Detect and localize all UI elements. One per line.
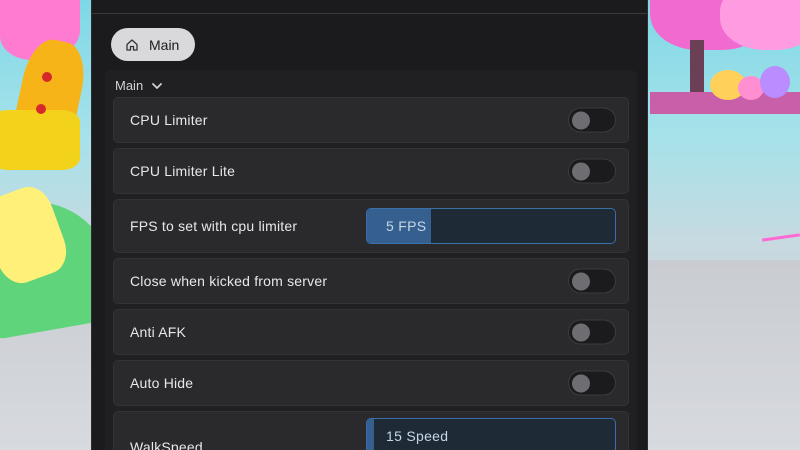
row-label: Anti AFK	[130, 324, 187, 340]
close-when-kicked-toggle[interactable]	[568, 268, 616, 294]
tab-main-label: Main	[149, 36, 180, 53]
toggle-knob	[572, 323, 590, 342]
divider	[92, 13, 647, 14]
row-label: FPS to set with cpu limiter	[130, 218, 298, 234]
toggle-knob	[572, 272, 590, 291]
walkspeed-slider[interactable]: 15 Speed	[366, 418, 616, 450]
row-cpu-limiter: CPU Limiter	[113, 97, 629, 143]
red-dot	[42, 72, 52, 82]
row-anti-afk: Anti AFK	[113, 309, 629, 355]
anti-afk-toggle[interactable]	[568, 319, 616, 345]
row-cpu-limiter-lite: CPU Limiter Lite	[113, 148, 629, 194]
row-walkspeed: WalkSpeed 15 Speed	[113, 411, 629, 450]
row-label: WalkSpeed	[130, 439, 203, 450]
slider-fill	[367, 419, 375, 450]
row-label: Auto Hide	[130, 375, 194, 391]
auto-hide-toggle[interactable]	[568, 370, 616, 396]
toggle-knob	[572, 162, 590, 181]
red-dot	[36, 104, 46, 114]
fps-slider[interactable]: 5 FPS	[366, 208, 616, 244]
script-panel: Main Main CPU Limiter CPU Limiter Lite F…	[91, 0, 648, 450]
row-label: Close when kicked from server	[130, 273, 328, 289]
chevron-down-icon	[151, 80, 163, 92]
home-icon	[125, 38, 139, 52]
section-main: Main CPU Limiter CPU Limiter Lite FPS to…	[105, 70, 637, 450]
row-label: CPU Limiter	[130, 112, 208, 128]
tab-main[interactable]: Main	[111, 28, 195, 61]
toggle-knob	[572, 374, 590, 393]
row-fps-limit: FPS to set with cpu limiter 5 FPS	[113, 199, 629, 253]
row-auto-hide: Auto Hide	[113, 360, 629, 406]
slider-value: 15 Speed	[386, 428, 449, 444]
toggle-knob	[572, 111, 590, 130]
egg	[760, 66, 790, 98]
cpu-limiter-lite-toggle[interactable]	[568, 158, 616, 184]
cpu-limiter-toggle[interactable]	[568, 107, 616, 133]
section-title: Main	[115, 78, 144, 93]
row-close-when-kicked: Close when kicked from server	[113, 258, 629, 304]
row-label: CPU Limiter Lite	[130, 163, 236, 179]
slider-value: 5 FPS	[386, 218, 427, 234]
section-header[interactable]: Main	[115, 78, 163, 93]
yellow-cone-base	[0, 110, 80, 170]
